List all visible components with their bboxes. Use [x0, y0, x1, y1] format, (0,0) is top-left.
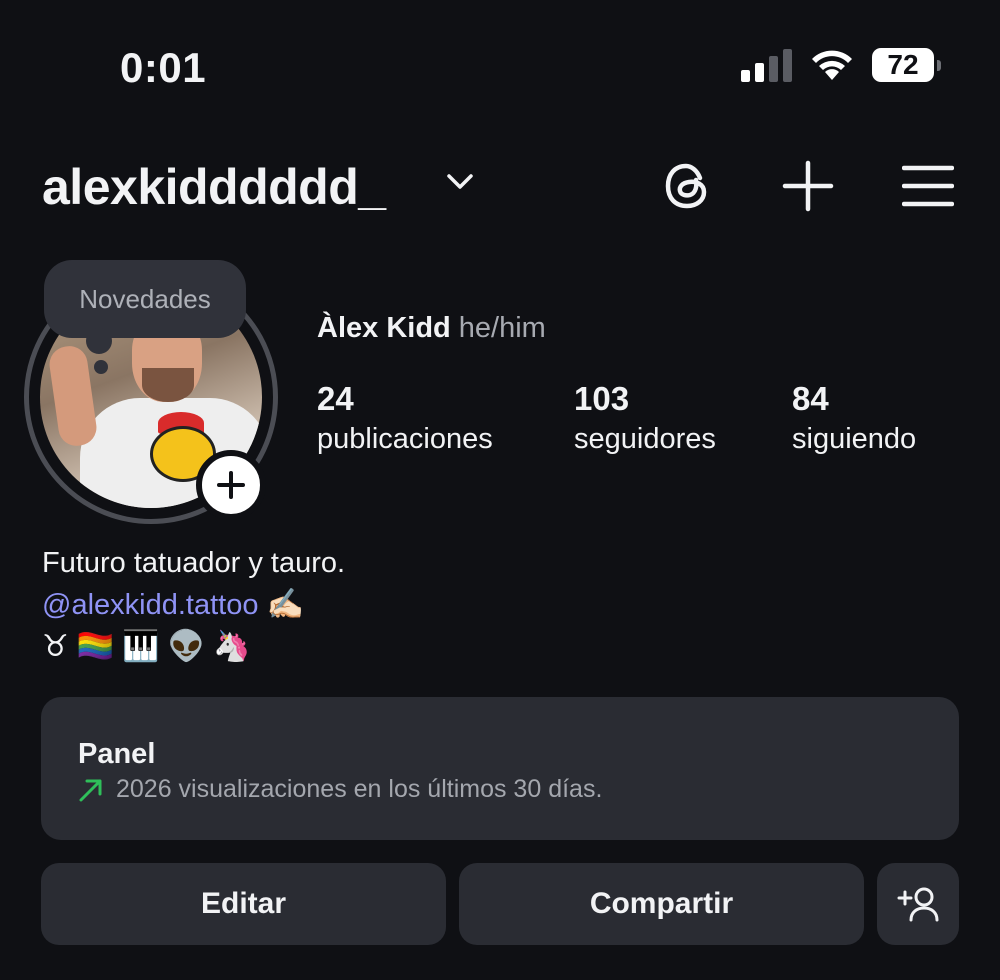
header-actions	[596, 158, 956, 214]
stat-value: 103	[574, 380, 630, 417]
stat-following[interactable]: 84 siguiendo	[792, 380, 916, 460]
menu-icon	[902, 165, 954, 207]
edit-profile-button[interactable]: Editar	[41, 863, 446, 945]
panel-subtitle-row: 2026 visualizaciones en los últimos 30 d…	[78, 775, 922, 804]
bio-link-line: @alexkidd.tattoo ✍🏻	[42, 584, 345, 626]
professional-dashboard-card[interactable]: Panel 2026 visualizaciones en los último…	[41, 697, 959, 840]
chevron-down-icon[interactable]	[446, 172, 474, 192]
stat-value: 24	[317, 380, 354, 417]
stat-label: seguidores	[574, 423, 716, 455]
bio-line: Futuro tatuador y tauro.	[42, 547, 346, 579]
notes-bubble-tail-small	[94, 360, 108, 374]
bio-link[interactable]: @alexkidd.tattoo	[42, 589, 258, 621]
trend-up-icon	[79, 779, 102, 801]
threads-button[interactable]	[660, 158, 716, 214]
cellular-signal-icon	[741, 48, 792, 82]
stat-label: publicaciones	[317, 423, 493, 455]
status-time: 0:01	[120, 44, 207, 91]
stat-followers[interactable]: 103 seguidores	[574, 380, 716, 460]
writing-hand-emoji: ✍🏻	[266, 587, 304, 622]
add-story-button[interactable]	[196, 450, 266, 520]
profile-screen: 0:01 72 alexkidddddd_ Novedades Àlex Kid…	[0, 0, 1000, 980]
plus-icon	[782, 160, 834, 212]
piano-emoji: 🎹	[122, 629, 160, 664]
stat-posts[interactable]: 24 publicaciones	[317, 380, 493, 460]
panel-title: Panel	[78, 738, 156, 770]
threads-icon	[665, 163, 707, 209]
battery-icon: 72	[872, 48, 941, 82]
create-button[interactable]	[780, 158, 836, 214]
bio-emoji-row: ♉ 🏳️‍🌈 🎹 👽 🦄	[42, 626, 345, 668]
share-profile-button[interactable]: Compartir	[459, 863, 864, 945]
notes-bubble-tail	[86, 328, 112, 354]
panel-subtitle: 2026 visualizaciones en los últimos 30 d…	[116, 775, 603, 803]
display-name: Àlex Kidd	[317, 312, 451, 344]
status-indicators: 72	[741, 48, 941, 82]
taurus-emoji: ♉	[42, 629, 69, 664]
rainbow-flag-emoji: 🏳️‍🌈	[76, 629, 115, 664]
profile-full-name: Àlex Kidd he/him	[317, 312, 546, 345]
stat-label: siguiendo	[792, 423, 917, 455]
pronouns: he/him	[458, 312, 546, 344]
notes-bubble[interactable]: Novedades	[44, 260, 246, 338]
bio: Futuro tatuador y tauro. @alexkidd.tatto…	[42, 542, 345, 668]
unicorn-emoji: 🦄	[212, 629, 251, 664]
plus-icon	[217, 471, 245, 499]
discover-people-button[interactable]	[877, 863, 959, 945]
add-person-icon	[897, 887, 939, 922]
profile-username[interactable]: alexkidddddd_	[42, 158, 386, 216]
stat-value: 84	[792, 380, 829, 417]
menu-button[interactable]	[900, 158, 956, 214]
alien-emoji: 👽	[167, 629, 205, 664]
wifi-icon	[812, 50, 852, 80]
